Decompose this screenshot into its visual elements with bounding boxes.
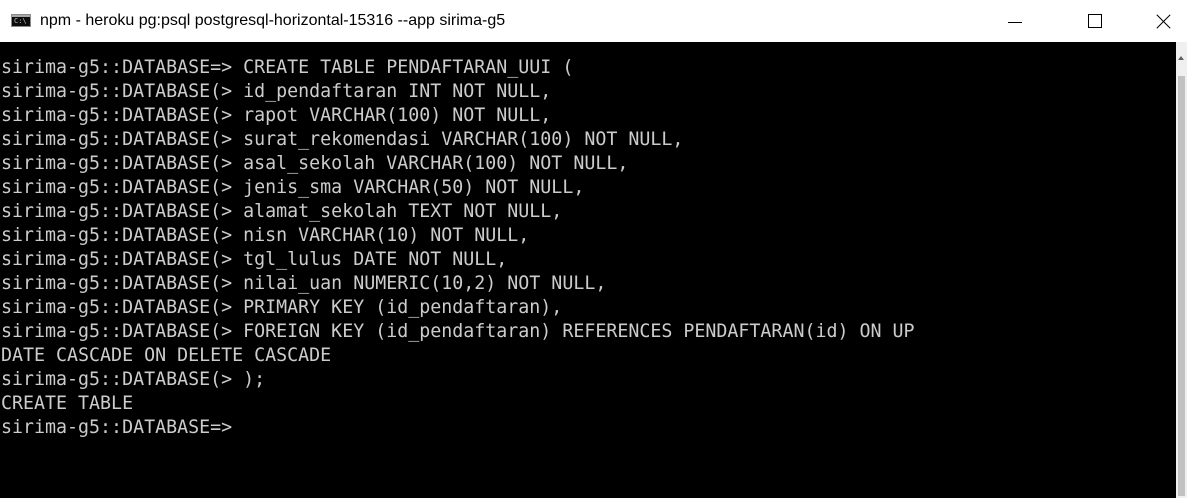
console-line: sirima-g5::DATABASE(> FOREIGN KEY (id_pe… — [1, 321, 915, 342]
maximize-icon — [1088, 14, 1102, 28]
close-button[interactable] — [1141, 0, 1187, 42]
console-line: sirima-g5::DATABASE(> jenis_sma VARCHAR(… — [1, 177, 585, 198]
console-line: sirima-g5::DATABASE(> nilai_uan NUMERIC(… — [1, 273, 607, 294]
console-line: sirima-g5::DATABASE(> rapot VARCHAR(100)… — [1, 105, 552, 126]
console-icon-text: C:\ — [14, 17, 27, 25]
close-icon — [1156, 13, 1172, 29]
console-prompt-line[interactable]: sirima-g5::DATABASE=> — [0, 416, 1176, 440]
console-output[interactable]: sirima-g5::DATABASE=> CREATE TABLE PENDA… — [0, 42, 1176, 498]
title-bar[interactable]: C:\ npm - heroku pg:psql postgresql-hori… — [0, 0, 1187, 42]
console-line: CREATE TABLE — [1, 393, 134, 414]
console-line: sirima-g5::DATABASE(> alamat_sekolah TEX… — [1, 201, 563, 222]
window-title: npm - heroku pg:psql postgresql-horizont… — [40, 12, 506, 29]
console-line: sirima-g5::DATABASE(> id_pendaftaran INT… — [1, 81, 552, 102]
scrollbar-thumb[interactable] — [1178, 76, 1185, 496]
maximize-button[interactable] — [1072, 0, 1118, 42]
console-window: C:\ npm - heroku pg:psql postgresql-hori… — [0, 0, 1187, 498]
minimize-button[interactable] — [992, 0, 1038, 42]
console-line: sirima-g5::DATABASE(> ); — [1, 369, 266, 390]
console-line: sirima-g5::DATABASE(> tgl_lulus DATE NOT… — [1, 249, 508, 270]
console-line: sirima-g5::DATABASE(> asal_sekolah VARCH… — [1, 153, 629, 174]
scroll-up-arrow-icon[interactable] — [1178, 56, 1184, 60]
console-line: sirima-g5::DATABASE(> surat_rekomendasi … — [1, 129, 684, 150]
console-line: sirima-g5::DATABASE(> nisn VARCHAR(10) N… — [1, 225, 530, 246]
console-line: DATE CASCADE ON DELETE CASCADE — [1, 345, 332, 366]
vertical-scrollbar[interactable] — [1176, 42, 1187, 498]
console-line: sirima-g5::DATABASE=> CREATE TABLE PENDA… — [1, 57, 574, 78]
console-line: sirima-g5::DATABASE(> PRIMARY KEY (id_pe… — [1, 297, 563, 318]
minimize-icon — [1008, 21, 1022, 23]
console-window-icon[interactable]: C:\ — [11, 14, 31, 27]
